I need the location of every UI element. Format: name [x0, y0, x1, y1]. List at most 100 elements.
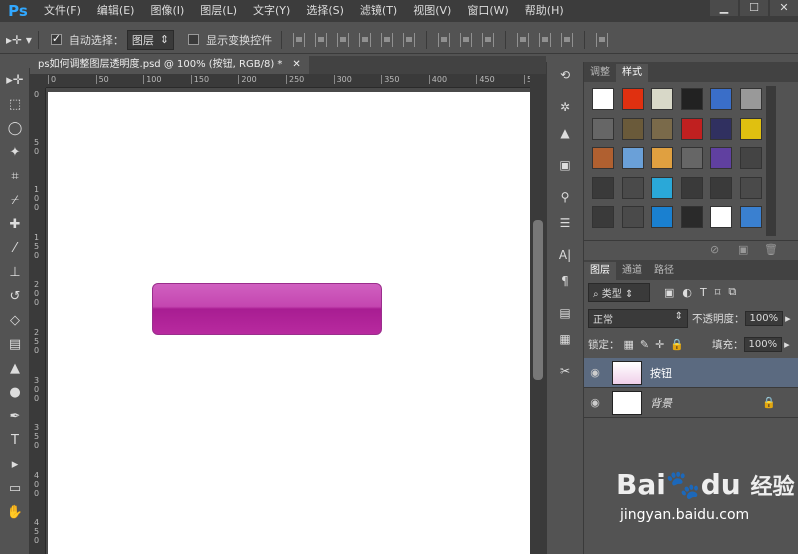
blur-icon[interactable]: ▲ [0, 356, 30, 380]
style-swatch[interactable] [651, 117, 673, 140]
style-swatch[interactable] [739, 176, 762, 199]
lock-paint-icon[interactable]: ✎ [640, 338, 649, 351]
path-select-icon[interactable]: ▸ [0, 452, 30, 476]
style-swatch[interactable] [710, 206, 732, 228]
style-swatch[interactable] [651, 176, 673, 199]
style-swatch[interactable] [592, 117, 614, 140]
style-swatch[interactable] [680, 88, 703, 110]
layer-name[interactable]: 背景 [650, 395, 672, 411]
style-swatch[interactable] [621, 147, 644, 169]
style-swatch[interactable] [680, 176, 703, 199]
auto-select-dropdown[interactable]: 图层 ⇕ [126, 29, 175, 50]
brush-icon[interactable]: ⁄ [0, 236, 30, 260]
opacity-input[interactable]: 100% [744, 310, 784, 326]
distribute-right-icon[interactable] [561, 32, 574, 47]
shape-icon[interactable]: ▭ [0, 476, 30, 500]
actions-icon[interactable]: ✲ [547, 94, 583, 120]
layer-comps-icon[interactable]: ▦ [547, 326, 583, 352]
layer-name[interactable]: 按钮 [650, 365, 672, 381]
info-icon[interactable]: ▣ [547, 152, 583, 178]
menu-item[interactable]: 编辑(E) [89, 0, 143, 22]
tab-layers[interactable]: 图层 [584, 262, 616, 280]
menu-item[interactable]: 窗口(W) [459, 0, 516, 22]
hand-icon[interactable]: ✋ [0, 500, 30, 524]
marquee-icon[interactable]: ⬚ [0, 92, 30, 116]
style-swatch[interactable] [592, 147, 614, 169]
style-swatch[interactable] [621, 88, 644, 110]
menu-item[interactable]: 选择(S) [298, 0, 352, 22]
tab-styles[interactable]: 样式 [616, 64, 648, 82]
filter-shape-icon[interactable]: ⌑ [715, 286, 721, 299]
close-tab-icon[interactable]: ✕ [292, 56, 300, 74]
fill-chevron-icon[interactable]: ▸ [784, 338, 790, 351]
tab-paths[interactable]: 路径 [648, 262, 680, 280]
opacity-chevron-icon[interactable]: ▸ [785, 312, 791, 325]
auto-align-icon[interactable] [596, 32, 609, 47]
type-icon[interactable]: T [0, 428, 30, 452]
stamp-icon[interactable]: ⊥ [0, 260, 30, 284]
swatches-icon[interactable]: ▲ [547, 120, 583, 146]
pink-button-layer[interactable] [152, 283, 382, 335]
style-swatch[interactable] [651, 147, 673, 169]
style-swatch[interactable] [592, 176, 614, 199]
visibility-eye-icon[interactable]: ◉ [584, 396, 606, 409]
distribute-vcenter-icon[interactable] [460, 32, 473, 47]
menu-item[interactable]: 文字(Y) [245, 0, 298, 22]
gradient-icon[interactable]: ▤ [0, 332, 30, 356]
document-tab[interactable]: ps如何调整图层透明度.psd @ 100% (按钮, RGB/8) * ✕ [30, 56, 309, 74]
new-style-icon[interactable]: ▣ [738, 243, 748, 256]
tab-adjustments[interactable]: 调整 [584, 64, 616, 82]
clear-style-icon[interactable]: ⊘ [710, 243, 719, 256]
style-swatch[interactable] [621, 117, 644, 140]
move-tool-icon[interactable]: ▸✛ ▾ [6, 33, 32, 47]
align-vcenter-icon[interactable] [315, 32, 328, 47]
style-swatch[interactable] [621, 206, 644, 228]
style-swatch[interactable] [710, 176, 732, 199]
align-hcenter-icon[interactable] [381, 32, 394, 47]
tab-channels[interactable]: 通道 [616, 262, 648, 280]
style-swatch[interactable] [680, 147, 703, 169]
notes-icon[interactable]: ▤ [547, 300, 583, 326]
style-swatch[interactable] [710, 88, 732, 110]
eraser-icon[interactable]: ◇ [0, 308, 30, 332]
styles-scrollbar[interactable] [766, 86, 776, 236]
menu-item[interactable]: 文件(F) [36, 0, 89, 22]
magic-wand-icon[interactable]: ✦ [0, 140, 30, 164]
distribute-left-icon[interactable] [517, 32, 530, 47]
filter-kind-dropdown[interactable]: ⌕ 类型 ⇕ [588, 282, 650, 302]
filter-type-icon[interactable]: T [700, 286, 707, 299]
layer-row-background[interactable]: ◉ 背景 🔒 [584, 388, 798, 418]
style-swatch[interactable] [710, 147, 732, 169]
brush-presets-icon[interactable]: ⚲ [547, 184, 583, 210]
healing-icon[interactable]: ✚ [0, 212, 30, 236]
distribute-bottom-icon[interactable] [482, 32, 495, 47]
dodge-icon[interactable]: ● [0, 380, 30, 404]
style-swatch[interactable] [710, 117, 732, 140]
menu-item[interactable]: 滤镜(T) [352, 0, 405, 22]
distribute-top-icon[interactable] [438, 32, 451, 47]
crop-icon[interactable]: ⌗ [0, 164, 30, 188]
blend-mode-dropdown[interactable]: 正常 ⇕ [588, 308, 688, 328]
tool-presets-icon[interactable]: ✂ [547, 358, 583, 384]
menu-item[interactable]: 视图(V) [405, 0, 459, 22]
eyedropper-icon[interactable]: ⌿ [0, 188, 30, 212]
visibility-eye-icon[interactable]: ◉ [584, 366, 606, 379]
history-brush-icon[interactable]: ↺ [0, 284, 30, 308]
lock-transparent-icon[interactable]: ▦ [624, 338, 634, 351]
character-icon[interactable]: A| [547, 242, 583, 268]
style-swatch[interactable] [621, 176, 644, 199]
align-right-icon[interactable] [403, 32, 416, 47]
style-swatch[interactable] [739, 147, 762, 169]
show-transform-checkbox[interactable] [188, 34, 200, 45]
close-button[interactable]: ✕ [770, 0, 798, 16]
filter-pixel-icon[interactable]: ▣ [664, 286, 674, 299]
style-swatch[interactable] [680, 117, 703, 140]
lasso-icon[interactable]: ◯ [0, 116, 30, 140]
menu-item[interactable]: 图层(L) [192, 0, 245, 22]
style-swatch[interactable] [651, 206, 673, 228]
properties-icon[interactable]: ☰ [547, 210, 583, 236]
style-swatch[interactable] [739, 117, 762, 140]
distribute-hcenter-icon[interactable] [539, 32, 552, 47]
style-swatch[interactable] [680, 206, 703, 228]
pen-icon[interactable]: ✒ [0, 404, 30, 428]
